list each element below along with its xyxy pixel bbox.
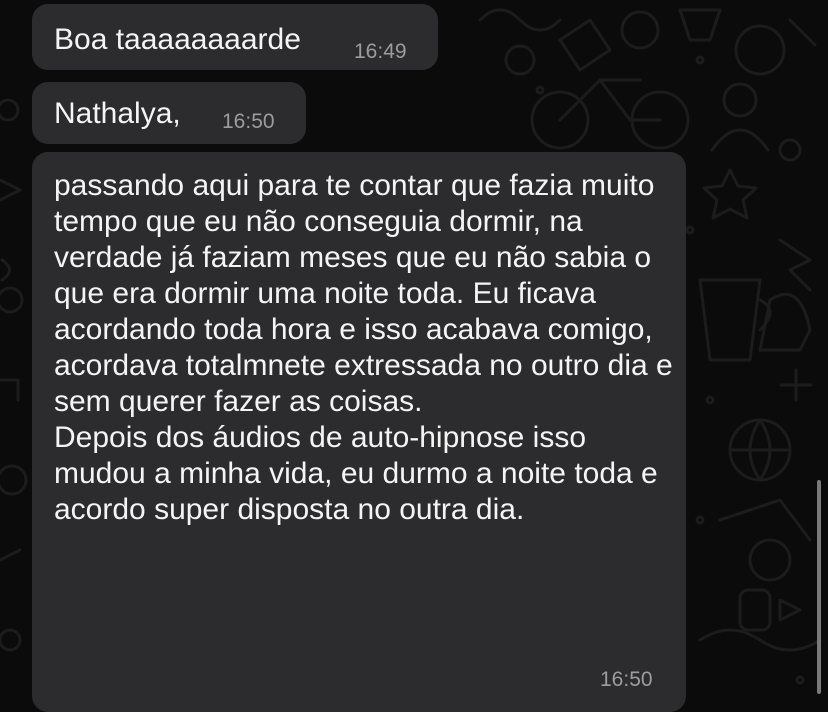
message-text: Boa taaaaaaaarde	[54, 23, 301, 56]
message-timestamp: 16:50	[600, 668, 653, 691]
message-bubble[interactable]: passando aqui para te contar que fazia m…	[32, 152, 686, 712]
message-timestamp: 16:50	[222, 110, 275, 133]
message-text: passando aqui para te contar que fazia m…	[54, 169, 673, 526]
message-bubble[interactable]: Boa taaaaaaaarde 16:49	[32, 4, 438, 70]
chat-conversation: Boa taaaaaaaarde 16:49 Nathalya, 16:50 p…	[0, 0, 828, 712]
message-text: Nathalya,	[54, 97, 181, 130]
message-timestamp: 16:49	[354, 40, 407, 63]
scroll-indicator[interactable]	[817, 480, 821, 694]
